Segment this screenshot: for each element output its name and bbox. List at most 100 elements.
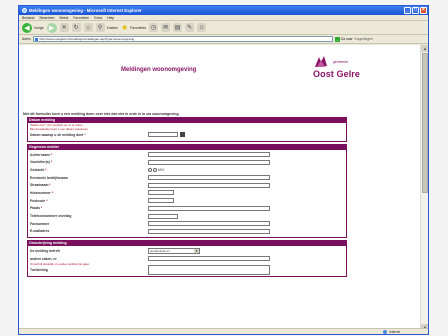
photo-frame: Meldingen woonomgeving - Microsoft Inter… (0, 0, 448, 336)
logo-small-text: gemeente (333, 60, 349, 64)
globe-icon (383, 329, 388, 334)
go-arrow-icon: → (334, 36, 340, 42)
toolbar: ◀ Vorige ▶ ✕ ↻ ⌂ ⚲ Zoeken ★ Favorieten ◷… (19, 21, 428, 35)
forward-icon[interactable]: ▶ (46, 22, 57, 33)
date-label: Datum waarop u de melding doet * (30, 132, 86, 137)
subject-value: speelruimte en (150, 249, 170, 254)
section-melder: Achternaam * Voorletter(s) * Geslacht * … (27, 149, 347, 239)
page-viewport: Meldingen woonomgeving gemeente Oost Gel… (19, 45, 422, 331)
other-label: andere zaken, nl (30, 256, 57, 261)
mail-icon[interactable]: ✉ (161, 23, 171, 32)
gender-v-radio[interactable] (153, 167, 157, 172)
desc-label: Toelichting (30, 267, 48, 272)
straatnaam-label: Straatnaam * (30, 183, 51, 188)
maximize-button[interactable]: □ (412, 7, 419, 14)
messenger-icon[interactable]: ☺ (197, 23, 207, 32)
menu-bewerken[interactable]: Bewerken (39, 16, 54, 20)
huisnummer-input[interactable] (148, 190, 174, 196)
form-row: Straatnaam * (30, 181, 344, 189)
achternaam-label: Achternaam * (30, 152, 52, 157)
page-header: Meldingen woonomgeving gemeente Oost Gel… (19, 45, 422, 100)
back-icon[interactable]: ◀ (22, 22, 32, 33)
bedrijfsnaam-label: Eventuele bedrijfsnaam (30, 175, 69, 180)
bedrijfsnaam-input[interactable] (148, 175, 270, 181)
email-label: E-mailadres (30, 229, 50, 234)
go-button[interactable]: → Ga naar (334, 36, 353, 42)
oost-gelre-logo: gemeente Oost Gelre (307, 55, 387, 87)
menu-beeld[interactable]: Beeld (60, 16, 69, 20)
address-url: http://www.oostgelre.nl/meldingen/meldin… (39, 37, 135, 41)
form-row: Achternaam * (30, 151, 344, 159)
stop-icon[interactable]: ✕ (59, 23, 69, 32)
refresh-icon[interactable]: ↻ (71, 23, 81, 32)
achternaam-input[interactable] (148, 152, 270, 158)
form-row: De melding betreft speelruimte en ▼ (30, 247, 344, 255)
browser-window: Meldingen woonomgeving - Microsoft Inter… (18, 5, 429, 335)
subject-select[interactable]: speelruimte en ▼ (148, 248, 200, 254)
form-row: E-mailadres (30, 228, 344, 236)
postcode-label: Postcode * (30, 198, 48, 203)
email-input[interactable] (148, 228, 270, 234)
title-bar[interactable]: Meldingen woonomgeving - Microsoft Inter… (19, 6, 428, 15)
section-omschrijving: De melding betreft speelruimte en ▼ ande… (27, 246, 347, 277)
section-datum: Velden met * zijn verplicht om in te vul… (27, 123, 347, 142)
back-label[interactable]: Vorige (34, 26, 44, 30)
go-label: Ga naar (340, 37, 353, 41)
minimize-button[interactable]: _ (404, 7, 411, 14)
form-row: Huisnummer * (30, 189, 344, 197)
edit-icon[interactable]: ✎ (185, 23, 195, 32)
date-row: Datum waarop u de melding doet * (30, 131, 344, 139)
telefoon-label: Telefoonnummer overdag (30, 214, 72, 219)
fax-input[interactable] (148, 221, 270, 227)
voorletters-label: Voorletter(s) * (30, 160, 53, 165)
intro-text: Met dit formulier kunt u een melding doe… (23, 112, 180, 116)
menu-help[interactable]: Help (107, 16, 114, 20)
plaats-input[interactable] (148, 205, 270, 211)
scroll-thumb[interactable] (422, 53, 428, 193)
internet-explorer-icon (22, 8, 27, 13)
calendar-icon[interactable] (180, 132, 185, 138)
straatnaam-input[interactable] (148, 182, 270, 188)
print-icon[interactable]: ▤ (173, 23, 183, 32)
address-bar: Adres http://www.oostgelre.nl/meldingen/… (19, 35, 428, 44)
other-input[interactable] (148, 256, 270, 262)
form-row: Plaats * (30, 205, 344, 213)
window-title: Meldingen woonomgeving - Microsoft Inter… (29, 8, 142, 13)
subject-label: De melding betreft (30, 249, 60, 254)
form-row: Faxnummer (30, 220, 344, 228)
address-label: Adres (22, 37, 31, 41)
status-bar: Internet (19, 328, 428, 334)
page-icon (34, 38, 38, 41)
scroll-up-icon[interactable]: ▲ (421, 45, 428, 52)
geslacht-label: Geslacht * (30, 167, 47, 172)
menu-bestand[interactable]: Bestand (22, 16, 34, 20)
date-input[interactable] (148, 132, 178, 138)
search-label[interactable]: Zoeken (107, 26, 118, 30)
vertical-scrollbar[interactable]: ▲ ▼ (420, 45, 428, 331)
links-label[interactable]: Koppelingen (355, 37, 373, 41)
favorites-label[interactable]: Favorieten (130, 26, 146, 30)
home-icon[interactable]: ⌂ (83, 23, 93, 32)
history-icon[interactable]: ◷ (149, 23, 159, 32)
address-input[interactable]: http://www.oostgelre.nl/meldingen/meldin… (32, 36, 333, 42)
close-button[interactable]: × (420, 7, 427, 14)
postcode-input[interactable] (148, 198, 174, 204)
form-row: Toelichting (30, 264, 344, 275)
gender-m-radio[interactable] (148, 167, 152, 172)
window-controls: _ □ × (404, 7, 427, 14)
form-row: Voorletter(s) * (30, 158, 344, 166)
description-textarea[interactable] (148, 264, 270, 275)
favorites-icon[interactable]: ★ (121, 23, 128, 32)
search-icon[interactable]: ⚲ (95, 23, 105, 32)
logo-name: Oost Gelre (313, 69, 361, 79)
voorletters-input[interactable] (148, 159, 270, 165)
plaats-label: Plaats * (30, 206, 43, 211)
fax-label: Faxnummer (30, 221, 50, 226)
chevron-down-icon[interactable]: ▼ (194, 248, 199, 254)
report-form: Datum melding Velden met * zijn verplich… (27, 117, 347, 279)
menu-extra[interactable]: Extra (94, 16, 102, 20)
huisnummer-label: Huisnummer * (30, 190, 54, 195)
telefoon-input[interactable] (148, 213, 178, 219)
form-row: Geslacht * M/V (30, 166, 344, 174)
menu-favorieten[interactable]: Favorieten (73, 16, 89, 20)
